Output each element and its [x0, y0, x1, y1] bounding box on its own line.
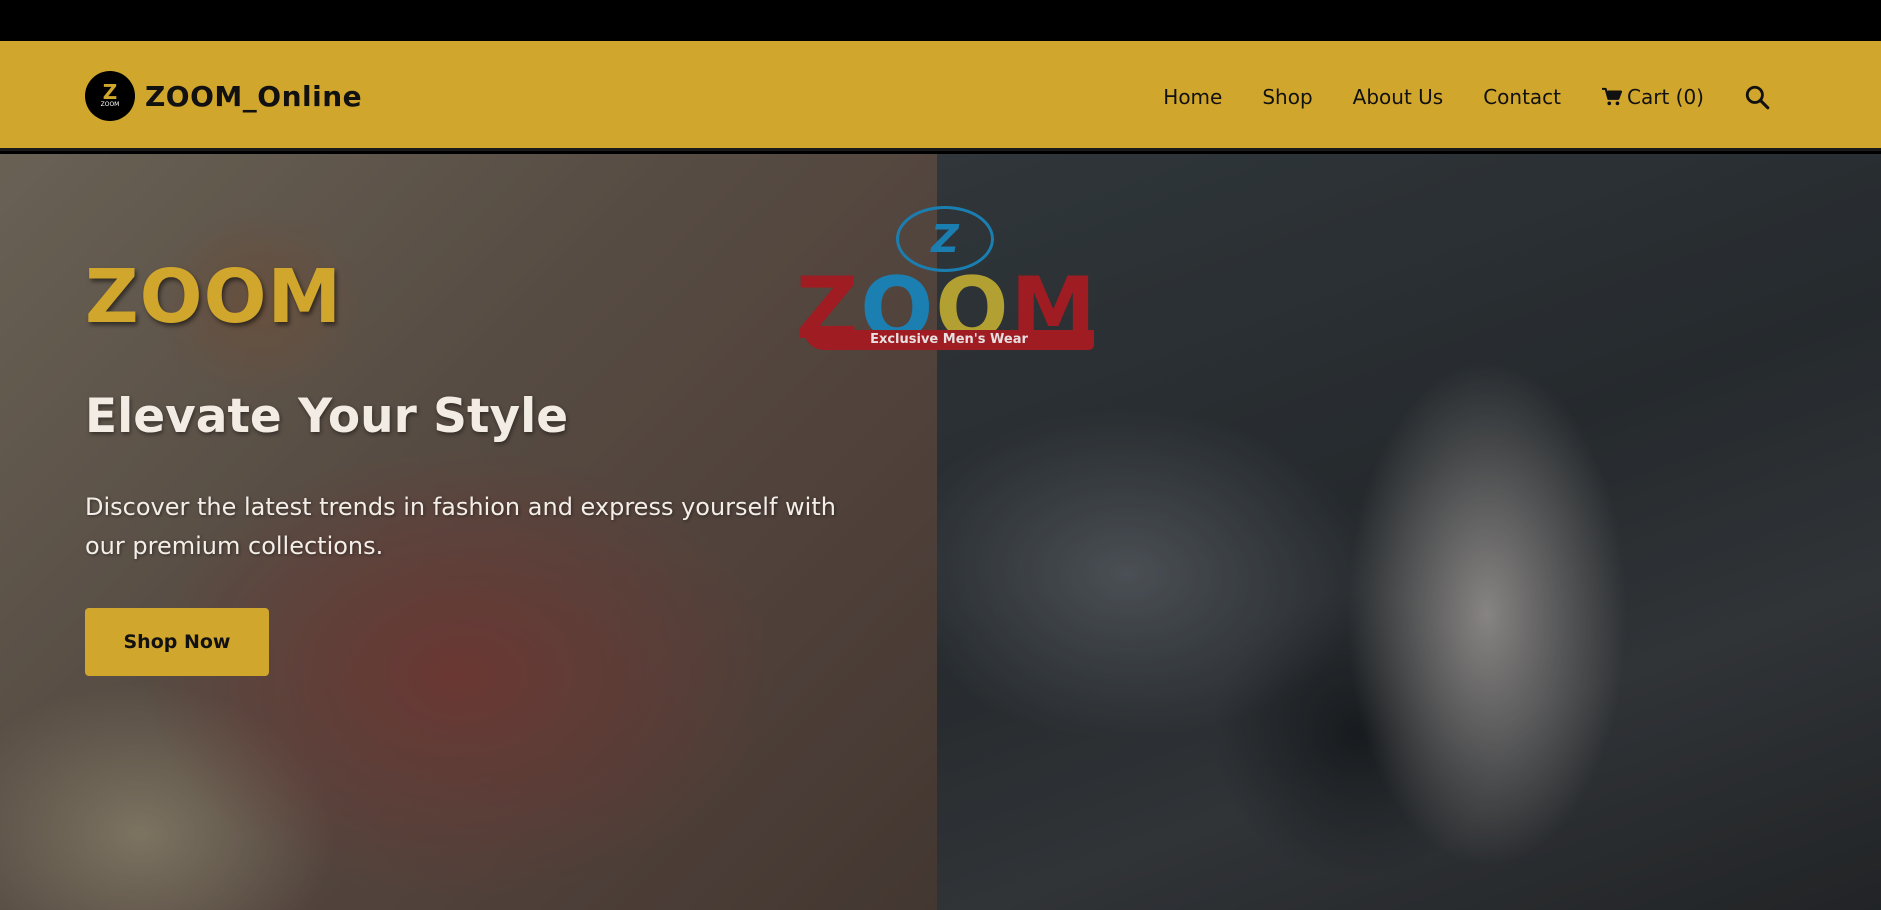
brand-logo-letter: Z [102, 80, 118, 104]
navbar: Z ZOOM ZOOM_Online Home Shop About Us Co… [0, 41, 1881, 151]
nav-shop[interactable]: Shop [1262, 85, 1312, 109]
cart-icon [1602, 87, 1623, 106]
nav-contact[interactable]: Contact [1483, 85, 1561, 109]
nav-cart[interactable]: Cart (0) [1601, 85, 1704, 109]
nav-links: Home Shop About Us Contact Cart (0) [1163, 77, 1770, 117]
hero-banner: Z ZOOM Exclusive Men's Wear ZOOM Elevate… [0, 154, 1881, 910]
brand[interactable]: Z ZOOM ZOOM_Online [85, 71, 362, 121]
brand-name: ZOOM_Online [145, 79, 363, 113]
hero-description: Discover the latest trends in fashion an… [85, 493, 836, 560]
search-button[interactable] [1744, 84, 1770, 110]
shop-now-button[interactable]: Shop Now [85, 608, 269, 676]
brand-logo-small: ZOOM [100, 101, 120, 108]
nav-home[interactable]: Home [1163, 85, 1222, 109]
search-icon [1745, 85, 1770, 110]
nav-about-us[interactable]: About Us [1353, 85, 1444, 109]
top-black-bar [0, 0, 1881, 41]
hero-brand: ZOOM [85, 254, 343, 340]
cart-label: Cart (0) [1627, 85, 1704, 109]
brand-logo: Z ZOOM [85, 71, 135, 121]
zoom-logo: Z ZOOM Exclusive Men's Wear [762, 206, 1132, 356]
logo-tagline: Exclusive Men's Wear [804, 330, 1094, 350]
hero-title: Elevate Your Style [85, 389, 569, 444]
